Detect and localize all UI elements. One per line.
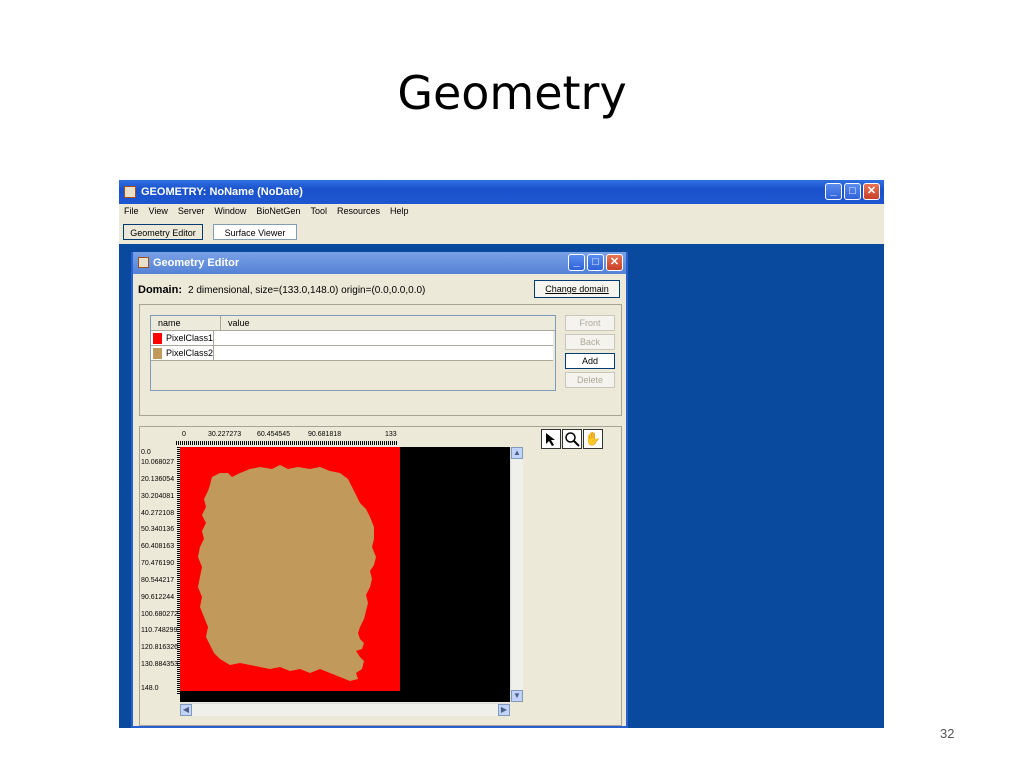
editor-title: Geometry Editor: [153, 257, 240, 269]
close-icon[interactable]: ✕: [863, 183, 880, 200]
table-header: name value: [151, 316, 555, 331]
java-cup-icon: [124, 186, 136, 198]
x-tick-label: 0: [182, 431, 186, 438]
x-tick-label: 30.227273: [208, 431, 242, 438]
y-tick-label: 20.136054: [141, 476, 175, 483]
view-toolbar: Geometry Editor Surface Viewer: [119, 220, 884, 245]
geometry-image[interactable]: [180, 447, 510, 702]
menu-help[interactable]: Help: [385, 204, 414, 220]
y-tick-label: 110.748299: [141, 627, 178, 634]
y-tick-label: 90.612244: [141, 594, 175, 601]
y-tick-label: 60.408163: [141, 543, 175, 550]
maximize-icon[interactable]: □: [587, 254, 604, 271]
column-header-value[interactable]: value: [221, 316, 250, 330]
y-tick-label: 30.204081: [141, 493, 175, 500]
geometry-editor-tab[interactable]: Geometry Editor: [123, 224, 203, 240]
java-cup-icon: [138, 257, 149, 268]
slide-number: 32: [940, 726, 955, 741]
minimize-icon[interactable]: _: [568, 254, 585, 271]
domain-info: Domain: 2 dimensional, size=(133.0,148.0)…: [138, 284, 425, 296]
menu-server[interactable]: Server: [173, 204, 210, 220]
column-header-name[interactable]: name: [151, 316, 221, 330]
scroll-up-icon[interactable]: ▲: [511, 447, 523, 459]
x-tick-label: 90.681818: [308, 431, 342, 438]
y-tick-label: 70.476190: [141, 560, 175, 567]
menu-bar: File View Server Window BioNetGen Tool R…: [119, 204, 884, 220]
domain-label: Domain:: [138, 284, 182, 296]
minimize-icon[interactable]: _: [825, 183, 842, 200]
horizontal-scrollbar[interactable]: ◀ ▶: [180, 703, 510, 716]
geometry-editor-window: Geometry Editor _ □ ✕ Domain: 2 dimension…: [131, 252, 628, 728]
table-row[interactable]: PixelClass2: [151, 346, 553, 361]
app-title: GEOMETRY: NoName (NoDate): [141, 186, 303, 198]
x-tick-label: 60.454545: [257, 431, 291, 438]
select-arrow-icon[interactable]: [541, 429, 561, 449]
change-domain-button[interactable]: Change domain: [534, 280, 620, 298]
surface-viewer-tab[interactable]: Surface Viewer: [213, 224, 297, 240]
zoom-icon[interactable]: [562, 429, 582, 449]
slide-title: Geometry: [397, 66, 627, 120]
app-titlebar[interactable]: GEOMETRY: NoName (NoDate) _ □ ✕: [119, 180, 884, 204]
geometry-viewer: 0 30.227273 60.454545 90.681818 133 0.0 …: [140, 427, 530, 717]
menu-file[interactable]: File: [119, 204, 144, 220]
add-button[interactable]: Add: [565, 353, 615, 369]
geometry-svg: [180, 447, 510, 702]
close-icon[interactable]: ✕: [606, 254, 623, 271]
menu-resources[interactable]: Resources: [332, 204, 385, 220]
y-tick-label: 100.680272: [141, 611, 178, 618]
y-tick-label: 10.068027: [141, 459, 175, 466]
geometry-canvas-panel: 0 30.227273 60.454545 90.681818 133 0.0 …: [139, 426, 622, 726]
y-tick-label: 120.816326: [141, 644, 178, 651]
scroll-left-icon[interactable]: ◀: [180, 704, 192, 716]
y-tick-label: 130.884353: [141, 661, 178, 668]
pixel-class-name: PixelClass2: [165, 348, 213, 358]
menu-view[interactable]: View: [144, 204, 173, 220]
table-row[interactable]: PixelClass1: [151, 331, 553, 346]
pan-hand-icon[interactable]: ✋: [583, 429, 603, 449]
application-window: GEOMETRY: NoName (NoDate) _ □ ✕ File Vie…: [119, 180, 884, 728]
menu-window[interactable]: Window: [209, 204, 251, 220]
menu-bionetgen[interactable]: BioNetGen: [251, 204, 305, 220]
color-swatch: [153, 347, 162, 359]
pixel-class-table: name value PixelClass1 PixelClass2: [150, 315, 556, 391]
front-button[interactable]: Front: [565, 315, 615, 331]
menu-tool[interactable]: Tool: [305, 204, 332, 220]
pixel-class-panel: name value PixelClass1 PixelClass2 Front…: [139, 304, 622, 416]
pixel-class-2-region[interactable]: [198, 465, 376, 681]
scroll-down-icon[interactable]: ▼: [511, 690, 523, 702]
x-tick-label: 133: [385, 431, 397, 438]
y-tick-label: 40.272108: [141, 510, 175, 517]
maximize-icon[interactable]: □: [844, 183, 861, 200]
editor-titlebar[interactable]: Geometry Editor _ □ ✕: [133, 252, 626, 274]
domain-text: 2 dimensional, size=(133.0,148.0) origin…: [188, 285, 426, 296]
y-tick-label: 50.340136: [141, 526, 175, 533]
y-tick-label: 0.0: [141, 449, 151, 456]
delete-button[interactable]: Delete: [565, 372, 615, 388]
y-tick-label: 80.544217: [141, 577, 175, 584]
scroll-right-icon[interactable]: ▶: [498, 704, 510, 716]
x-ruler: [176, 441, 398, 445]
pixel-class-name: PixelClass1: [165, 333, 213, 343]
color-swatch: [153, 332, 162, 344]
back-button[interactable]: Back: [565, 334, 615, 350]
vertical-scrollbar[interactable]: ▲ ▼: [510, 447, 523, 702]
y-tick-label: 148.0: [141, 685, 159, 692]
